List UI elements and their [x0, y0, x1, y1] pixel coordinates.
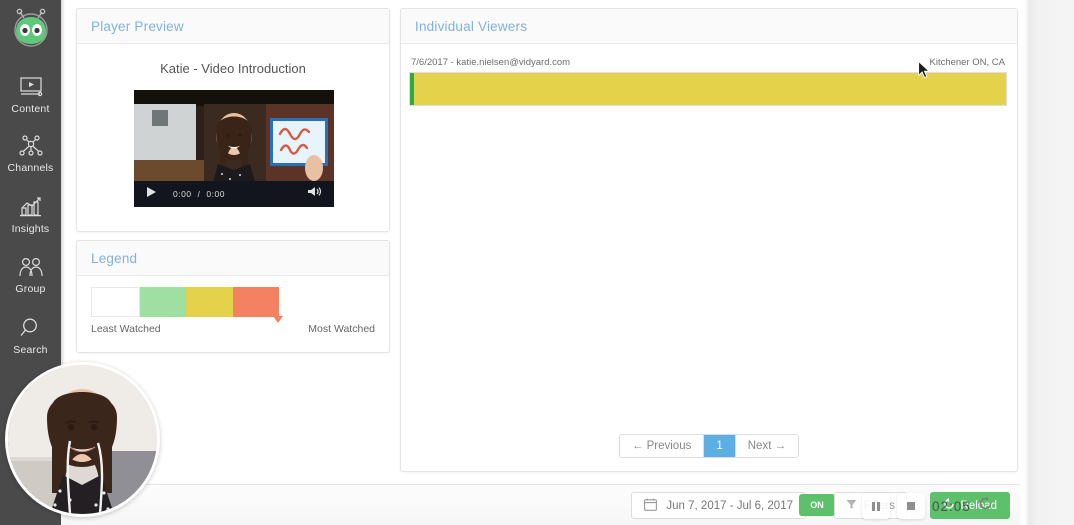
vidyard-alien-logo[interactable]: [9, 8, 53, 52]
funnel-icon: [846, 499, 857, 513]
filters-label: Filters: [863, 499, 895, 512]
volume-icon[interactable]: [307, 185, 322, 203]
network-nodes-icon: [0, 133, 61, 159]
sidebar-item-content[interactable]: Content: [0, 74, 61, 115]
video-controls[interactable]: 0:00 / 0:00: [134, 181, 334, 207]
date-range-text: Jun 7, 2017 - Jul 6, 2017: [666, 499, 793, 512]
video-title: Katie - Video Introduction: [160, 61, 306, 76]
sidebar-item-label: Content: [11, 103, 50, 115]
viewer-location: Kitchener ON, CA: [929, 57, 1006, 68]
legend-labels: Least Watched Most Watched: [91, 323, 375, 335]
player-preview-header: Player Preview: [77, 9, 389, 44]
sidebar-item-label: Channels: [7, 162, 54, 174]
video-player[interactable]: 0:00 / 0:00: [134, 90, 334, 207]
sidebar-item-label: Group: [15, 283, 46, 295]
legend-most-label: Most Watched: [308, 323, 375, 335]
panel-title: Player Preview: [91, 18, 184, 34]
legend-segment-3: [232, 287, 279, 317]
calendar-icon: [644, 498, 658, 514]
refresh-icon: [943, 498, 955, 513]
application-window: Content Channels Insights Group Search P…: [0, 0, 1074, 525]
panel-title: Individual Viewers: [415, 18, 528, 34]
bar-chart-icon: [0, 194, 61, 220]
toggle-label: ON: [810, 500, 824, 510]
player-preview-panel: Player Preview Katie - Video Introductio…: [76, 8, 390, 232]
date-range-picker[interactable]: Jun 7, 2017 - Jul 6, 2017: [631, 492, 806, 519]
filters-on-toggle[interactable]: ON: [799, 494, 835, 516]
page-number-1[interactable]: 1: [703, 435, 736, 457]
sidebar-item-channels[interactable]: Channels: [0, 133, 61, 174]
footer-bar: Jun 7, 2017 - Jul 6, 2017 ON Filters Rel…: [61, 484, 1020, 525]
sidebar-item-search[interactable]: Search: [0, 315, 61, 356]
page-gutter: [1030, 0, 1074, 525]
panel-title: Legend: [91, 250, 138, 266]
video-time-separator: /: [197, 189, 201, 199]
legend-pointer-tip: [273, 316, 283, 323]
filters-button[interactable]: Filters: [833, 492, 907, 519]
webcam-bubble[interactable]: [5, 362, 160, 517]
viewer-identity: 7/6/2017 - katie.nielsen@vidyard.com: [411, 57, 571, 68]
sidebar-item-label: Insights: [11, 223, 50, 235]
legend-segment-1: [139, 287, 186, 317]
legend-segment-2: [186, 287, 233, 317]
legend-panel: Legend Least Watched Most Watched: [76, 240, 390, 353]
webcam-video: [8, 365, 157, 514]
video-duration: 0:00: [206, 189, 225, 199]
pagination: ← Previous 1 Next →: [401, 434, 1017, 458]
reload-button[interactable]: Reload: [929, 492, 1010, 519]
legend-header: Legend: [77, 241, 389, 276]
reload-label: Reload: [960, 499, 997, 512]
sidebar-item-label: Search: [13, 344, 48, 356]
legend-gradient-bar: [91, 287, 279, 317]
magnifier-icon: [0, 315, 61, 341]
next-page-button[interactable]: Next →: [735, 435, 799, 457]
sidebar-item-insights[interactable]: Insights: [0, 194, 61, 235]
mouse-pointer: [918, 60, 931, 84]
people-group-icon: [0, 254, 61, 280]
legend-segment-0: [91, 287, 140, 317]
sidebar-item-group[interactable]: Group: [0, 254, 61, 295]
video-current-time: 0:00: [173, 189, 192, 199]
video-screen-icon: [0, 74, 61, 100]
page-edge: [1020, 0, 1030, 525]
individual-viewers-header: Individual Viewers: [401, 9, 1017, 44]
legend-least-label: Least Watched: [91, 323, 161, 335]
play-icon[interactable]: [146, 185, 157, 203]
previous-page-button[interactable]: ← Previous: [619, 435, 704, 457]
